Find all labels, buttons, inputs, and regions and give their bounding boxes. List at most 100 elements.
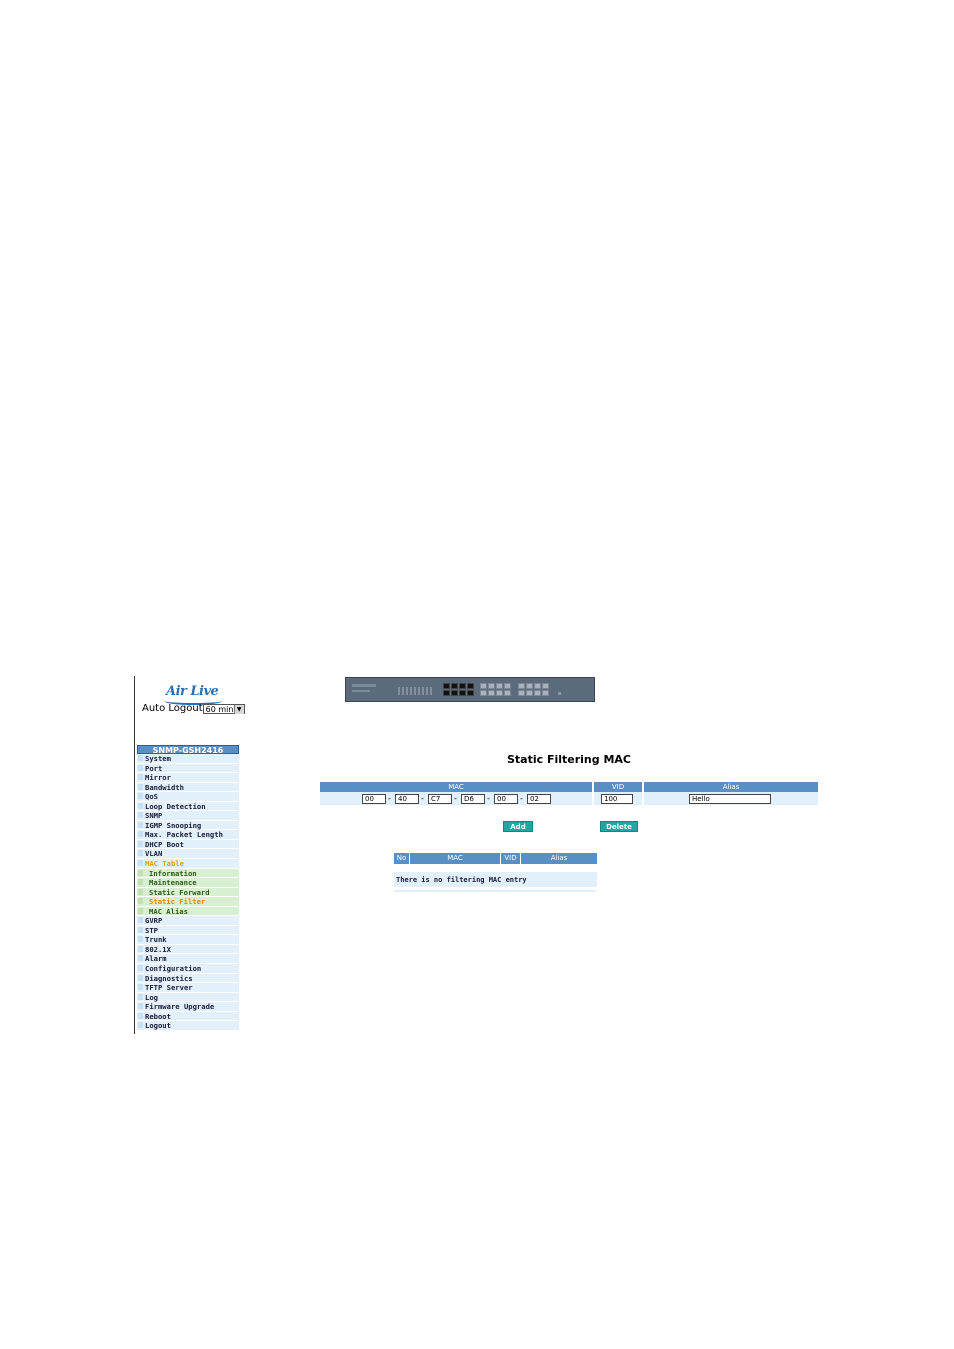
sidebar-menu: SNMP-GSH2416 System Port Mirror Bandwidt… (137, 745, 239, 1031)
mac-octet-2-input[interactable]: 40 (395, 793, 419, 804)
list-col-vid: VID (501, 853, 521, 864)
form-input-row: 00 - 40 - C7 - D6 - 00 - 02 100 Hello (320, 792, 818, 805)
mac-octet-5-input[interactable]: 00 (494, 793, 518, 804)
filter-mac-list: No MAC VID Alias There is no filtering M… (394, 853, 597, 892)
col-vid: VID (594, 782, 644, 792)
sidebar-item-configuration[interactable]: Configuration (137, 964, 239, 974)
auto-logout-select[interactable]: 60 min ▼ (202, 703, 245, 714)
sidebar-item-firmware-upgrade[interactable]: Firmware Upgrade (137, 1002, 239, 1012)
port-icon[interactable] (480, 690, 487, 696)
sidebar-item-8021x[interactable]: 802.1X (137, 944, 239, 955)
sidebar-subitem-static-filter[interactable]: Static Filter (137, 897, 239, 907)
auto-logout-value: 60 min (205, 704, 234, 714)
add-button[interactable]: Add (503, 821, 533, 832)
sidebar-item-dhcp-boot[interactable]: DHCP Boot (137, 839, 239, 850)
vid-input[interactable]: 100 (601, 793, 633, 804)
sidebar-item-tftp-server[interactable]: TFTP Server (137, 983, 239, 993)
sidebar-item-diagnostics[interactable]: Diagnostics (137, 973, 239, 984)
port-icon[interactable] (459, 690, 466, 696)
list-empty-message: There is no filtering MAC entry (394, 874, 597, 887)
panel-status-dot (558, 692, 561, 695)
list-col-no: No (394, 853, 410, 864)
port-icon[interactable] (542, 690, 549, 696)
sidebar-item-logout[interactable]: Logout (137, 1021, 239, 1031)
sidebar-item-gvrp[interactable]: GVRP (137, 916, 239, 926)
mac-separator: - (421, 794, 424, 803)
chevron-down-icon[interactable]: ▼ (233, 704, 244, 714)
port-group-3 (518, 683, 549, 696)
col-alias: Alias (644, 782, 818, 792)
sidebar-subitem-information[interactable]: Information (137, 868, 239, 879)
auto-logout: Auto Logout 60 min ▼ (142, 703, 245, 715)
port-icon[interactable] (467, 690, 474, 696)
sidebar-item-mac-table[interactable]: MAC Table (137, 859, 239, 869)
port-icon[interactable] (467, 683, 474, 689)
static-filter-form: MAC VID Alias 00 - 40 - C7 - D6 - 00 - 0… (320, 782, 818, 805)
alias-cell: Hello (644, 792, 818, 805)
port-icon[interactable] (480, 683, 487, 689)
sidebar-subitem-static-forward[interactable]: Static Forward (137, 887, 239, 898)
port-icon[interactable] (534, 683, 541, 689)
port-icon[interactable] (443, 683, 450, 689)
sidebar-item-port[interactable]: Port (137, 763, 239, 774)
sidebar-item-igmp-snooping[interactable]: IGMP Snooping (137, 820, 239, 831)
switch-front-panel (345, 677, 595, 702)
port-group-1 (443, 683, 474, 696)
port-icon[interactable] (526, 683, 533, 689)
sidebar-item-vlan[interactable]: VLAN (137, 849, 239, 860)
mac-octet-6-input[interactable]: 02 (527, 793, 551, 804)
sidebar-item-reboot[interactable]: Reboot (137, 1011, 239, 1022)
port-icon[interactable] (504, 683, 511, 689)
list-footer (394, 887, 597, 892)
sidebar-item-system[interactable]: System (137, 754, 239, 764)
port-icon[interactable] (542, 683, 549, 689)
sidebar-item-mirror[interactable]: Mirror (137, 773, 239, 783)
port-icon[interactable] (443, 690, 450, 696)
port-icon[interactable] (504, 690, 511, 696)
port-icon[interactable] (534, 690, 541, 696)
delete-button[interactable]: Delete (600, 821, 638, 832)
port-icon[interactable] (488, 683, 495, 689)
port-icon[interactable] (518, 690, 525, 696)
port-icon[interactable] (518, 683, 525, 689)
panel-model-mark (352, 690, 370, 692)
port-icon[interactable] (451, 690, 458, 696)
port-group-2 (480, 683, 511, 696)
sidebar-item-alarm[interactable]: Alarm (137, 954, 239, 965)
mac-octet-4-input[interactable]: D6 (461, 793, 485, 804)
auto-logout-label: Auto Logout (142, 703, 203, 714)
sidebar-item-bandwidth[interactable]: Bandwidth (137, 782, 239, 793)
list-header-row: No MAC VID Alias (394, 853, 597, 864)
port-icon[interactable] (459, 683, 466, 689)
mac-octet-3-input[interactable]: C7 (428, 793, 452, 804)
alias-input[interactable]: Hello (689, 793, 771, 804)
mac-octet-1-input[interactable]: 00 (362, 793, 386, 804)
airlive-logo: Air Live (164, 684, 226, 705)
sidebar-item-loop-detection[interactable]: Loop Detection (137, 801, 239, 812)
mac-cell: 00 - 40 - C7 - D6 - 00 - 02 (320, 792, 594, 805)
panel-led-row (398, 687, 434, 695)
sidebar-subitem-mac-alias[interactable]: MAC Alias (137, 906, 239, 917)
sidebar-title: SNMP-GSH2416 (137, 745, 239, 755)
list-spacer (394, 864, 597, 874)
port-icon[interactable] (526, 690, 533, 696)
list-col-mac: MAC (410, 853, 501, 864)
port-icon[interactable] (496, 690, 503, 696)
sidebar-item-qos[interactable]: QoS (137, 792, 239, 802)
vid-cell: 100 (594, 792, 644, 805)
sidebar-item-max-packet-length[interactable]: Max. Packet Length (137, 830, 239, 840)
col-mac: MAC (320, 782, 594, 792)
panel-brand-mark (352, 684, 376, 687)
frame-divider (134, 676, 135, 1034)
mac-separator: - (388, 794, 391, 803)
sidebar-item-trunk[interactable]: Trunk (137, 935, 239, 945)
sidebar-item-snmp[interactable]: SNMP (137, 811, 239, 821)
mac-separator: - (454, 794, 457, 803)
sidebar-subitem-maintenance[interactable]: Maintenance (137, 878, 239, 888)
port-icon[interactable] (451, 683, 458, 689)
sidebar-item-stp[interactable]: STP (137, 925, 239, 936)
form-header-row: MAC VID Alias (320, 782, 818, 792)
port-icon[interactable] (488, 690, 495, 696)
sidebar-item-log[interactable]: Log (137, 992, 239, 1003)
port-icon[interactable] (496, 683, 503, 689)
